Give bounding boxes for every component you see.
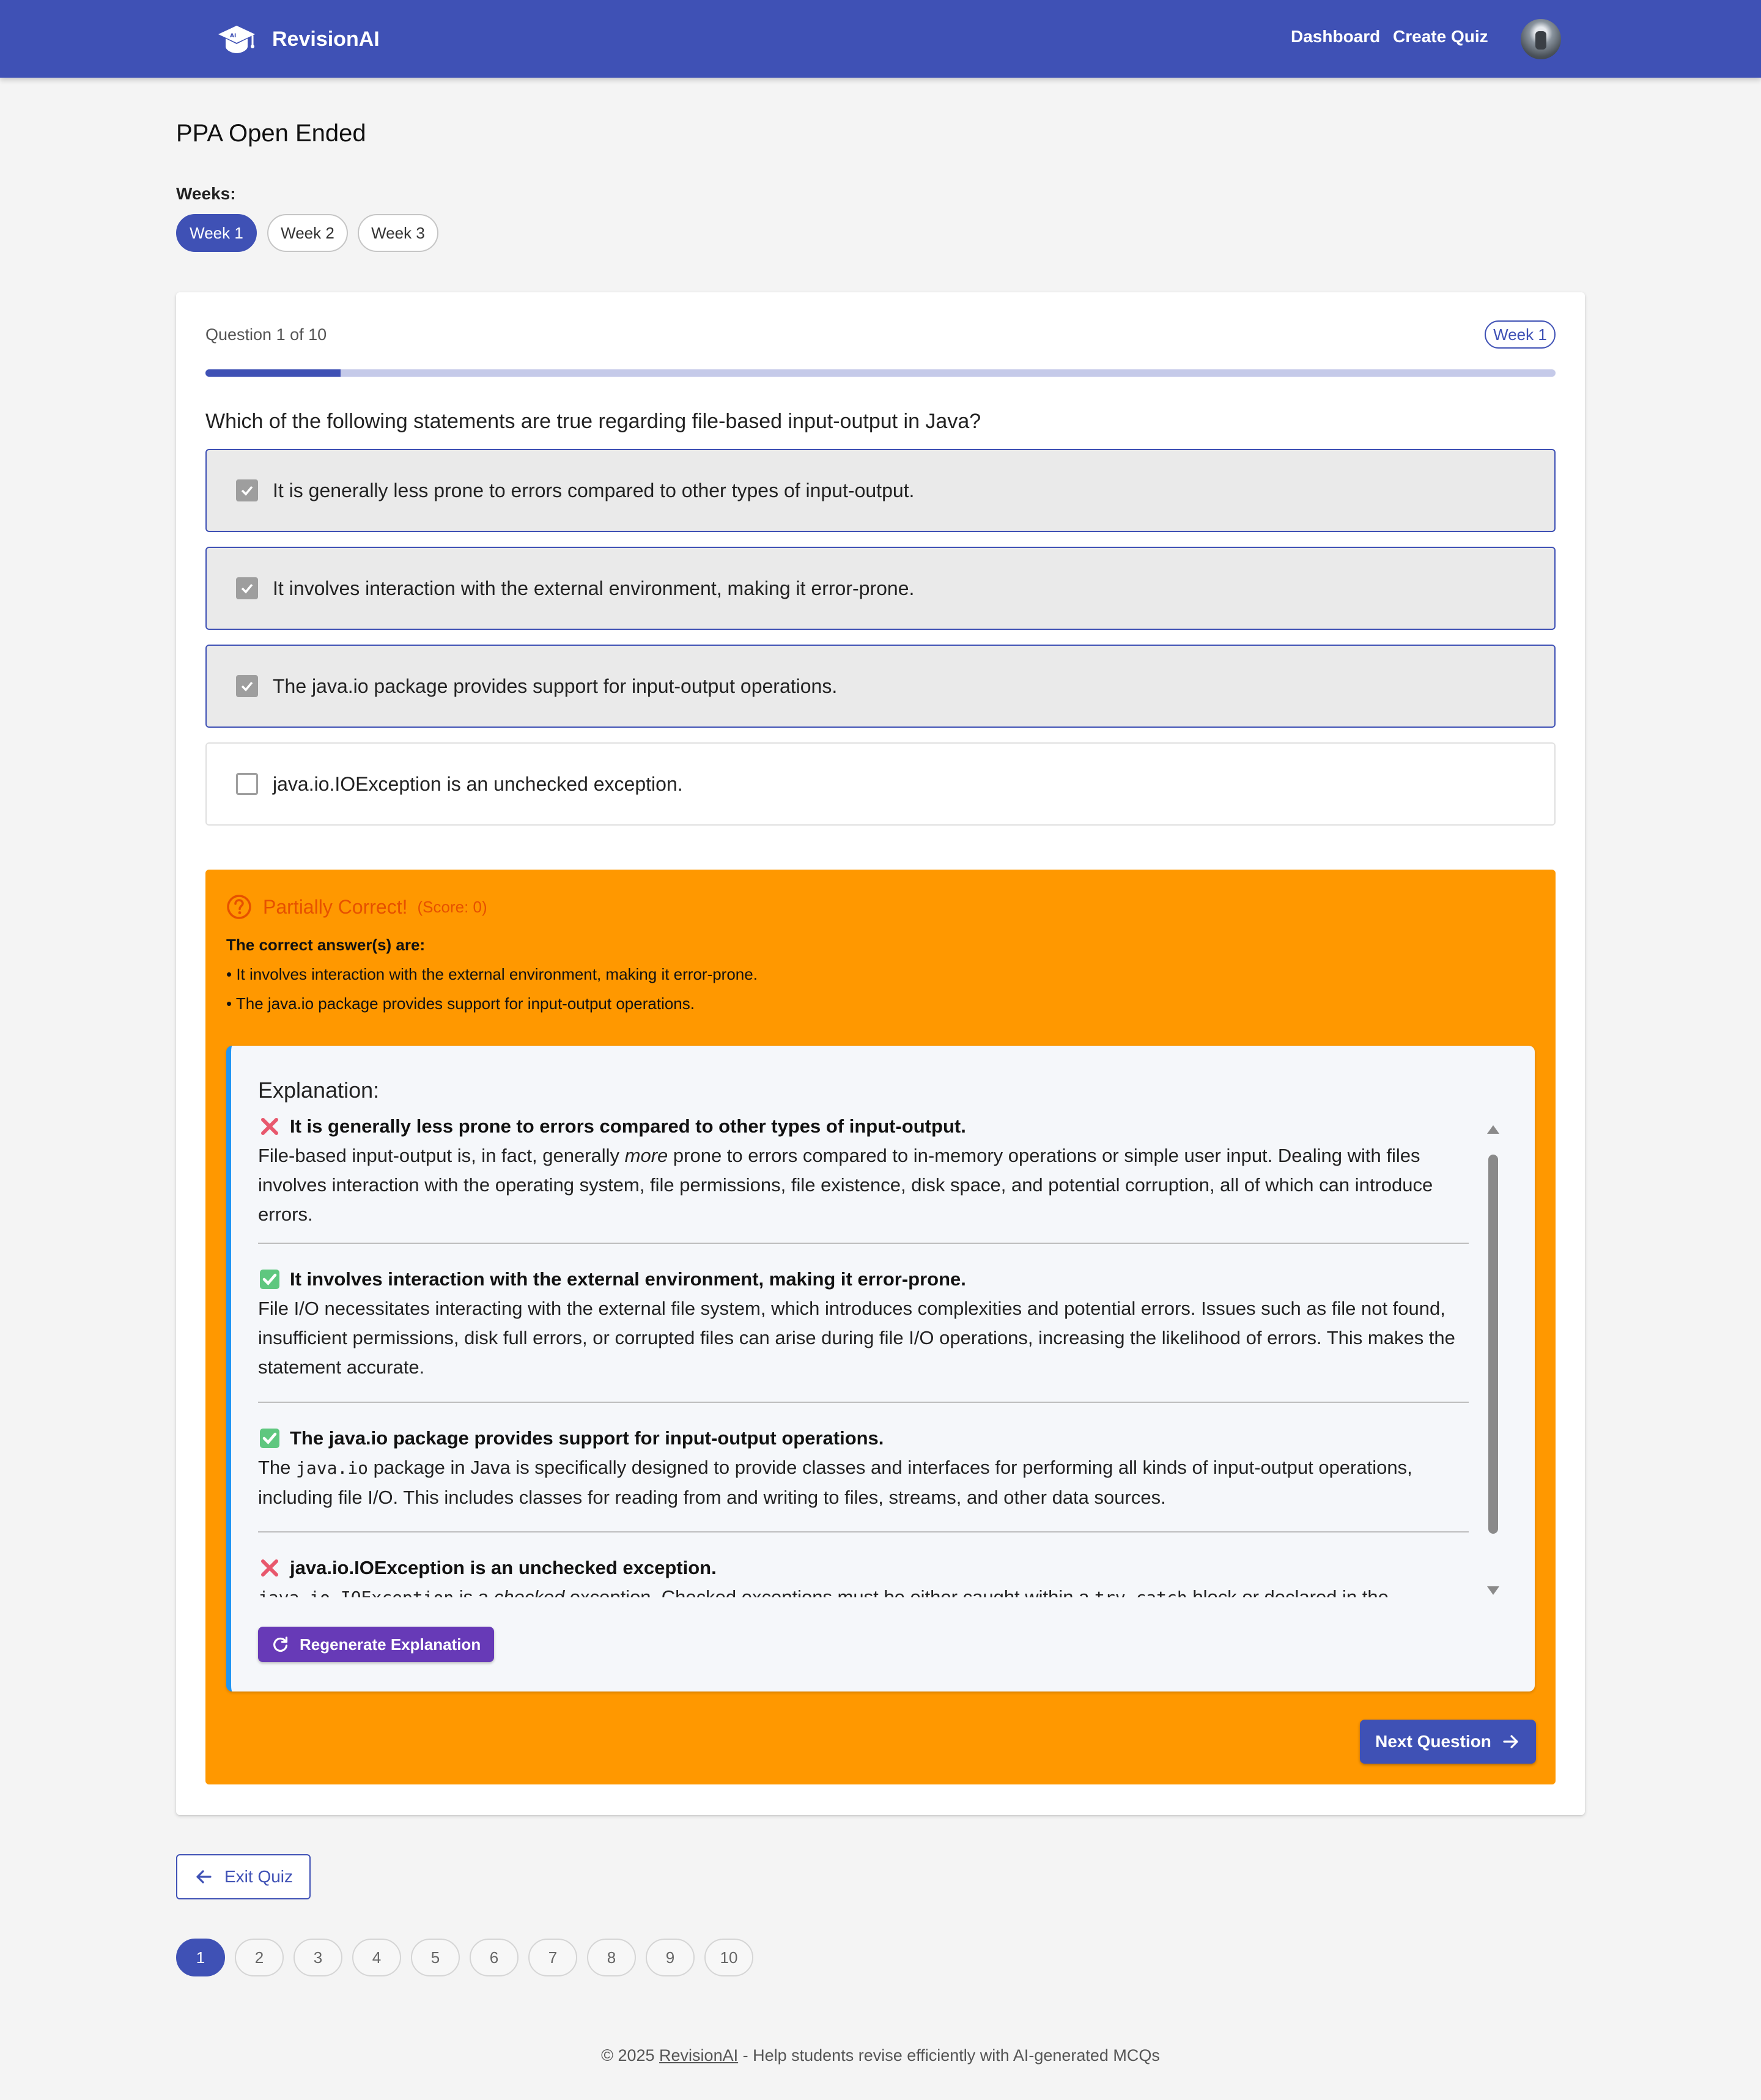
feedback-header: Partially Correct! (Score: 0): [226, 893, 487, 921]
footer: © 2025 RevisionAI - Help students revise…: [0, 2046, 1761, 2065]
next-question-label: Next Question: [1375, 1732, 1491, 1751]
question-counter: Question 1 of 10: [205, 325, 327, 344]
svg-text:AI: AI: [230, 33, 236, 39]
quiz-card: Question 1 of 10 Week 1 Which of the fol…: [176, 292, 1585, 1815]
exit-quiz-label: Exit Quiz: [224, 1867, 294, 1886]
explanation-box: Explanation: It is generally less prone …: [226, 1046, 1535, 1691]
page-button-10[interactable]: 10: [704, 1939, 753, 1976]
nav-create-quiz-link[interactable]: Create Quiz: [1393, 27, 1488, 46]
week-chip-2[interactable]: Week 2: [267, 214, 348, 252]
option-1[interactable]: It is generally less prone to errors com…: [205, 449, 1556, 532]
correct-answer-item: • It involves interaction with the exter…: [226, 965, 758, 983]
arrow-left-icon: [196, 1870, 212, 1884]
explanation-item: java.io.IOException is an unchecked exce…: [258, 1532, 1469, 1597]
checkbox-checked-icon[interactable]: [236, 479, 258, 501]
nav-dashboard-link[interactable]: Dashboard: [1291, 27, 1380, 46]
app-bar: AI RevisionAI Dashboard Create Quiz: [0, 0, 1761, 78]
brand-name: RevisionAI: [272, 27, 380, 51]
user-avatar[interactable]: [1521, 19, 1561, 59]
explanation-item-text: File-based input-output is, in fact, gen…: [258, 1145, 1433, 1225]
page-button-1[interactable]: 1: [176, 1939, 225, 1976]
exit-quiz-button[interactable]: Exit Quiz: [176, 1854, 311, 1899]
explanation-item-text: File I/O necessitates interacting with t…: [258, 1298, 1455, 1378]
explanation-title: Explanation:: [258, 1078, 380, 1103]
scroll-up-arrow-icon[interactable]: [1487, 1125, 1499, 1134]
brand[interactable]: AI RevisionAI: [217, 22, 380, 56]
check-mark-box-icon: [260, 1429, 279, 1448]
scrollbar-thumb[interactable]: [1488, 1155, 1498, 1534]
refresh-icon: [273, 1636, 288, 1652]
correct-answer-item: • The java.io package provides support f…: [226, 994, 695, 1013]
explanation-item-text: The java.io package in Java is specifica…: [258, 1457, 1412, 1508]
explanation-item-text: java.io.IOException is a checked excepti…: [258, 1586, 1389, 1597]
correct-answers-label: The correct answer(s) are:: [226, 936, 426, 954]
page-button-3[interactable]: 3: [294, 1939, 342, 1976]
explanation-item-title: java.io.IOException is an unchecked exce…: [290, 1557, 717, 1578]
feedback-title: Partially Correct!: [263, 895, 408, 918]
progress-fill: [205, 369, 341, 377]
arrow-right-icon: [1503, 1735, 1518, 1748]
footer-revisionai-link[interactable]: RevisionAI: [659, 2046, 738, 2065]
page-button-6[interactable]: 6: [470, 1939, 519, 1976]
option-label: It involves interaction with the externa…: [273, 577, 915, 599]
explanation-item: It is generally less prone to errors com…: [258, 1114, 1469, 1244]
next-question-button[interactable]: Next Question: [1360, 1720, 1536, 1764]
option-label: java.io.IOException is an unchecked exce…: [273, 772, 683, 795]
option-label: The java.io package provides support for…: [273, 675, 838, 697]
footer-prefix: © 2025: [601, 2046, 660, 2065]
explanation-item-title: It involves interaction with the externa…: [290, 1268, 966, 1290]
week-badge: Week 1: [1485, 320, 1556, 349]
week-chip-3[interactable]: Week 3: [358, 214, 438, 252]
regenerate-explanation-button[interactable]: Regenerate Explanation: [258, 1627, 495, 1662]
option-label: It is generally less prone to errors com…: [273, 479, 915, 501]
page-button-7[interactable]: 7: [528, 1939, 577, 1976]
footer-suffix: - Help students revise efficiently with …: [738, 2046, 1160, 2065]
page-button-9[interactable]: 9: [646, 1939, 695, 1976]
checkbox-checked-icon[interactable]: [236, 577, 258, 599]
graduation-cap-icon: AI: [218, 26, 255, 53]
week-chip-1[interactable]: Week 1: [176, 214, 257, 252]
question-text: Which of the following statements are tr…: [205, 410, 981, 433]
question-pagination: 1 2 3 4 5 6 7 8 9 10: [176, 1939, 763, 1976]
explanation-item: The java.io package provides support for…: [258, 1403, 1469, 1532]
option-2[interactable]: It involves interaction with the externa…: [205, 547, 1556, 630]
progress-bar: [205, 369, 1556, 377]
page-button-4[interactable]: 4: [352, 1939, 401, 1976]
page-button-5[interactable]: 5: [411, 1939, 460, 1976]
feedback-panel: Partially Correct! (Score: 0) The correc…: [205, 870, 1556, 1784]
feedback-score: (Score: 0): [417, 897, 487, 916]
scroll-down-arrow-icon[interactable]: [1487, 1586, 1499, 1595]
explanation-scroll-area[interactable]: It is generally less prone to errors com…: [258, 1114, 1469, 1597]
weeks-label: Weeks:: [176, 184, 236, 203]
cross-mark-icon: [261, 1559, 278, 1577]
regenerate-explanation-label: Regenerate Explanation: [300, 1635, 481, 1654]
cross-mark-icon: [261, 1118, 278, 1135]
option-4[interactable]: java.io.IOException is an unchecked exce…: [205, 742, 1556, 826]
help-circle-icon: [227, 895, 251, 919]
explanation-item-title: It is generally less prone to errors com…: [290, 1115, 966, 1137]
page-title: PPA Open Ended: [176, 120, 366, 147]
check-mark-box-icon: [260, 1270, 279, 1289]
checkbox-unchecked-icon[interactable]: [236, 773, 258, 795]
explanation-item-title: The java.io package provides support for…: [290, 1427, 884, 1449]
page-button-2[interactable]: 2: [235, 1939, 284, 1976]
explanation-item: It involves interaction with the externa…: [258, 1244, 1469, 1403]
explanation-scrollbar[interactable]: [1486, 1120, 1501, 1603]
page-button-8[interactable]: 8: [587, 1939, 636, 1976]
option-3[interactable]: The java.io package provides support for…: [205, 645, 1556, 728]
checkbox-checked-icon[interactable]: [236, 675, 258, 697]
